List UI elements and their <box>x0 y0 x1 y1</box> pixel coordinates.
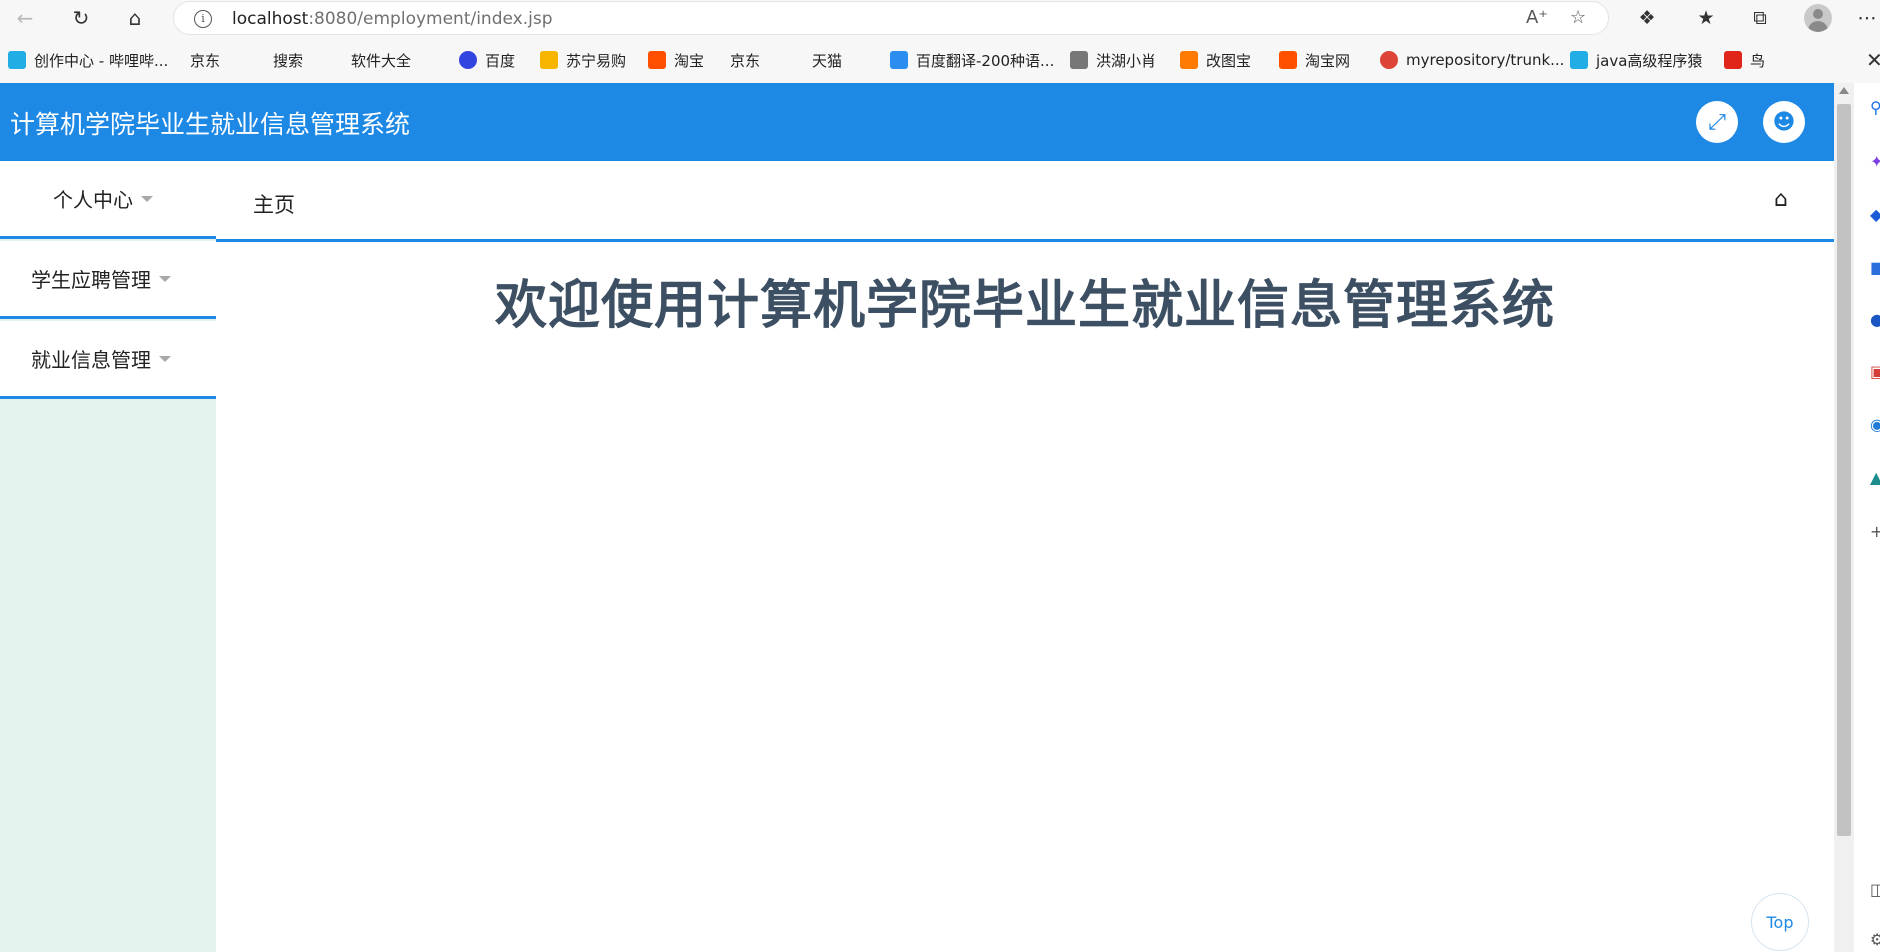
drop-icon[interactable]: ▲ <box>1870 468 1880 487</box>
app-header: 计算机学院毕业生就业信息管理系统 ⤢ ☻ <box>0 83 1834 161</box>
people-icon[interactable]: ● <box>1870 310 1880 329</box>
url-text[interactable]: localhost:8080/employment/index.jsp <box>232 9 553 29</box>
scrollbar-thumb[interactable] <box>1837 104 1851 836</box>
caret-down-icon <box>159 275 171 282</box>
outlook-icon[interactable]: ◉ <box>1870 415 1880 434</box>
tools-icon[interactable]: ■ <box>1870 258 1880 277</box>
add-icon[interactable]: + <box>1870 522 1880 541</box>
bookmark-label: 百度 <box>485 51 516 70</box>
baidu-translate-icon <box>890 51 908 69</box>
bookmark-label: 鸟 <box>1750 51 1766 70</box>
bilibili-icon <box>8 51 26 69</box>
shopping-icon[interactable]: ◆ <box>1870 205 1880 224</box>
extensions-icon[interactable]: ❖ <box>1632 4 1662 32</box>
bookmark-label: 淘宝 <box>674 51 705 70</box>
bookmark-item[interactable]: 创作中心 - 哔哩哔... <box>8 47 168 73</box>
bookmark-item[interactable]: 淘宝网 <box>1279 47 1350 73</box>
bookmark-label: myrepository/trunk... <box>1406 51 1565 69</box>
sidebar-item-label: 学生应聘管理 <box>31 268 151 292</box>
baidu-icon <box>459 51 477 69</box>
bookmark-item[interactable]: 苏宁易购 <box>540 47 626 73</box>
bookmark-label: 软件大全 <box>351 51 412 70</box>
bookmark-item[interactable]: 软件大全 <box>351 47 412 147</box>
bookmark-label: 苏宁易购 <box>566 51 627 70</box>
caret-down-icon <box>159 355 171 362</box>
bilibili-icon <box>1570 51 1588 69</box>
site-info-icon[interactable]: i <box>194 10 212 28</box>
read-aloud-icon[interactable]: A⁺ <box>1526 7 1548 28</box>
back-to-top-button[interactable]: Top <box>1751 893 1809 951</box>
bookmark-label: 改图宝 <box>1206 51 1252 70</box>
bookmark-item[interactable]: java高级程序猿 <box>1570 47 1702 73</box>
bookmark-item[interactable]: 京东 <box>730 47 761 147</box>
bookmark-item[interactable]: 洪湖小肖 <box>1070 47 1156 73</box>
back-icon[interactable]: ← <box>10 4 40 32</box>
bookmark-item[interactable]: 百度 <box>459 47 515 73</box>
profile-avatar[interactable] <box>1804 4 1832 32</box>
bookmark-label: 天猫 <box>812 51 843 70</box>
add-favorite-icon[interactable]: ☆ <box>1570 7 1586 28</box>
web-page: 计算机学院毕业生就业信息管理系统 ⤢ ☻ 个人中心 学生应聘管理 就业信息管理 … <box>0 83 1834 952</box>
bookmark-label: 京东 <box>730 51 761 70</box>
bookmark-item[interactable]: 鸟 <box>1724 47 1765 73</box>
chrome-icon <box>1380 51 1398 69</box>
bookmark-label: 京东 <box>190 51 221 70</box>
tab-bar: 主页 ⌂ <box>216 161 1834 242</box>
bookmark-item[interactable]: 搜索 <box>273 47 304 147</box>
favorites-icon[interactable]: ★ <box>1691 4 1721 32</box>
suning-icon <box>540 51 558 69</box>
browser-chrome: ← ↻ ⌂ i localhost:8080/employment/index.… <box>0 0 1880 147</box>
bookmark-item[interactable]: 天猫 <box>812 47 843 147</box>
sidebar-item-label: 就业信息管理 <box>31 348 151 372</box>
collections-icon[interactable]: ⧉ <box>1745 4 1775 32</box>
bookmark-item[interactable]: 淘宝 <box>648 47 704 73</box>
bookmark-label: 淘宝网 <box>1305 51 1351 70</box>
sidebar-item-student-recruitment[interactable]: 学生应聘管理 <box>0 241 216 319</box>
bookmark-item[interactable]: myrepository/trunk... <box>1380 47 1564 73</box>
bird-icon <box>1070 51 1088 69</box>
office-icon[interactable]: ▣ <box>1870 362 1880 381</box>
bookmark-item[interactable]: 京东 <box>190 47 221 147</box>
sidebar: 个人中心 学生应聘管理 就业信息管理 <box>0 161 216 952</box>
bookmark-item[interactable]: 改图宝 <box>1180 47 1251 73</box>
bookmark-label: 创作中心 - 哔哩哔... <box>34 51 169 70</box>
welcome-heading: 欢迎使用计算机学院毕业生就业信息管理系统 <box>494 276 1555 336</box>
fullscreen-icon[interactable]: ⤢ <box>1696 101 1738 143</box>
split-screen-icon[interactable]: ◫ <box>1870 880 1880 899</box>
bookmarks-bar: 创作中心 - 哔哩哔... 京东 搜索 软件大全 百度 苏宁易购 淘宝 京东 天猫 百度翻译-20… <box>0 45 1880 147</box>
close-icon[interactable]: ✕ <box>1866 48 1880 72</box>
more-menu-icon[interactable]: ⋯ <box>1852 4 1880 32</box>
sidebar-item-personal-center[interactable]: 个人中心 <box>0 161 216 239</box>
bookmark-label: 洪湖小肖 <box>1096 51 1157 70</box>
bookmark-label: 百度翻译-200种语... <box>916 51 1055 70</box>
user-icon[interactable]: ☻ <box>1763 101 1805 143</box>
bookmark-item[interactable]: 百度翻译-200种语... <box>890 47 1054 73</box>
tab-home[interactable]: 主页 <box>253 189 295 219</box>
feather-icon <box>1724 51 1742 69</box>
settings-icon[interactable]: ⚙ <box>1870 930 1880 949</box>
sidebar-item-label: 个人中心 <box>53 188 133 212</box>
gaitubao-icon <box>1180 51 1198 69</box>
scroll-up-icon[interactable] <box>1839 87 1849 94</box>
address-bar[interactable]: i localhost:8080/employment/index.jsp A⁺… <box>173 1 1609 35</box>
copilot-icon[interactable]: ✦ <box>1870 152 1880 171</box>
app-title: 计算机学院毕业生就业信息管理系统 <box>10 110 411 139</box>
reload-icon[interactable]: ↻ <box>66 4 96 32</box>
home-icon[interactable]: ⌂ <box>1774 187 1788 212</box>
taobao-icon <box>1279 51 1297 69</box>
caret-down-icon <box>141 195 153 202</box>
bookmark-label: 搜索 <box>273 51 304 70</box>
bookmark-label: java高级程序猿 <box>1596 51 1703 70</box>
browser-toolbar: ← ↻ ⌂ i localhost:8080/employment/index.… <box>0 0 1880 36</box>
page-scrollbar[interactable] <box>1834 83 1854 952</box>
home-icon[interactable]: ⌂ <box>120 4 150 32</box>
taobao-icon <box>648 51 666 69</box>
sidebar-item-employment-info[interactable]: 就业信息管理 <box>0 321 216 399</box>
search-icon[interactable]: ⚲ <box>1870 98 1880 117</box>
